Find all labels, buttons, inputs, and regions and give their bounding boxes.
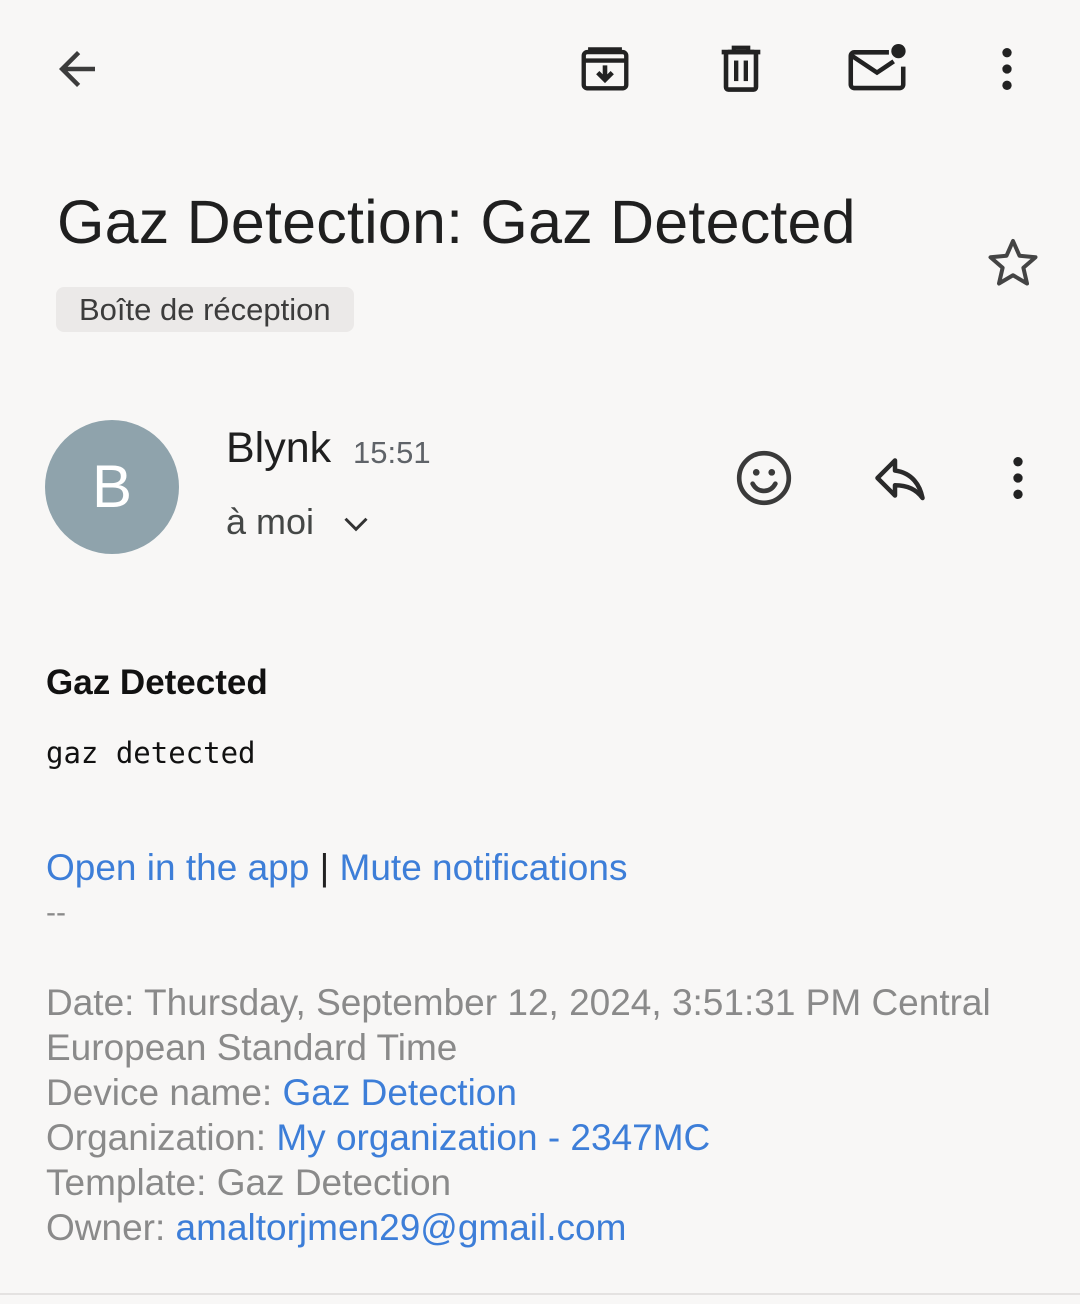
body-text: gaz detected <box>46 736 256 770</box>
avatar[interactable]: B <box>45 420 179 554</box>
template-line: Template: Gaz Detection <box>46 1162 452 1203</box>
body-heading: Gaz Detected <box>46 663 268 702</box>
email-subject: Gaz Detection: Gaz Detected <box>57 188 856 256</box>
organization-label: Organization: <box>46 1117 277 1158</box>
archive-icon <box>581 47 629 91</box>
sender-name[interactable]: Blynk <box>226 422 331 474</box>
device-link[interactable]: Gaz Detection <box>283 1072 517 1113</box>
action-links: Open in the app | Mute notifications <box>46 845 627 891</box>
delete-button[interactable] <box>708 36 774 102</box>
divider <box>0 1293 1080 1295</box>
star-button[interactable] <box>980 230 1046 296</box>
recipient-text[interactable]: à moi <box>226 499 314 545</box>
organization-link[interactable]: My organization - 2347MC <box>276 1117 710 1158</box>
organization-line: Organization: My organization - 2347MC <box>46 1115 1036 1160</box>
reply-button[interactable] <box>866 444 934 512</box>
trash-icon <box>721 45 761 92</box>
back-button[interactable] <box>44 36 110 102</box>
device-line: Device name: Gaz Detection <box>46 1070 1036 1115</box>
details-toggle[interactable] <box>338 506 374 542</box>
star-outline-icon <box>988 239 1038 286</box>
signature-separator: -- <box>46 896 66 929</box>
link-separator: | <box>319 847 330 888</box>
archive-button[interactable] <box>572 36 638 102</box>
chevron-down-icon <box>344 517 368 532</box>
sent-time: 15:51 <box>353 435 431 470</box>
emoji-reaction-icon <box>736 450 792 506</box>
open-in-app-link[interactable]: Open in the app <box>46 847 309 888</box>
date-line: Date: Thursday, September 12, 2024, 3:51… <box>46 982 991 1068</box>
device-label: Device name: <box>46 1072 283 1113</box>
owner-label: Owner: <box>46 1207 176 1248</box>
more-vert-icon <box>1002 48 1012 90</box>
message-more-button[interactable] <box>986 444 1050 512</box>
metadata-block: Date: Thursday, September 12, 2024, 3:51… <box>46 980 1036 1250</box>
more-vert-icon <box>1013 457 1023 499</box>
emoji-reaction-button[interactable] <box>730 444 798 512</box>
mail-unread-icon <box>848 43 906 91</box>
more-options-button[interactable] <box>976 36 1038 102</box>
reply-icon <box>875 458 925 501</box>
inbox-label-chip[interactable]: Boîte de réception <box>56 287 354 332</box>
arrow-left-icon <box>59 51 95 87</box>
owner-line: Owner: amaltorjmen29@gmail.com <box>46 1205 1036 1250</box>
mark-unread-button[interactable] <box>842 36 912 102</box>
mute-notifications-link[interactable]: Mute notifications <box>340 847 628 888</box>
owner-email-link[interactable]: amaltorjmen29@gmail.com <box>176 1207 627 1248</box>
